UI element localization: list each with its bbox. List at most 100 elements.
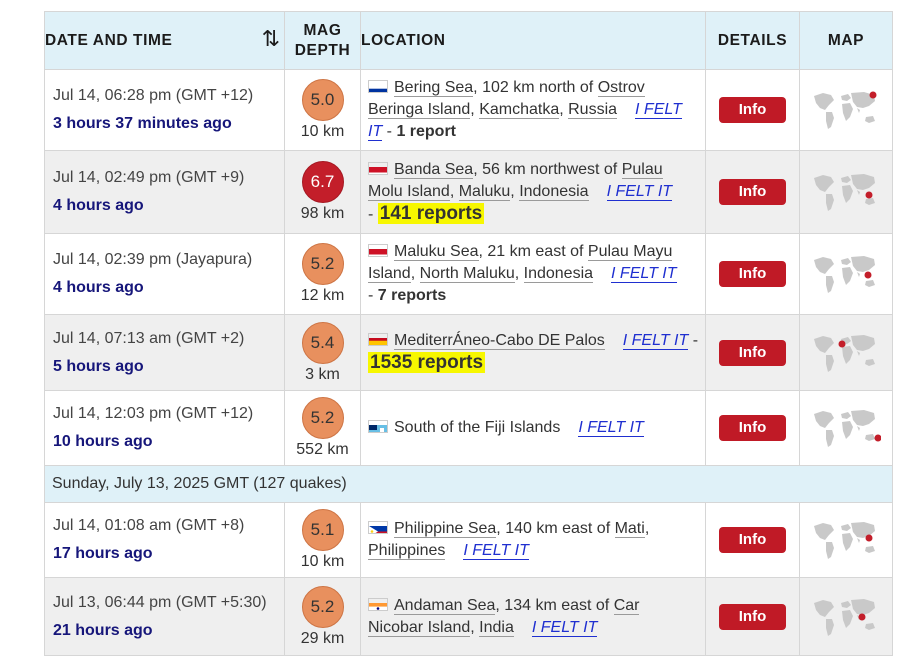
location-text: , 134 km east of — [495, 596, 614, 614]
mini-world-map-icon[interactable] — [811, 518, 881, 562]
location-country-link[interactable]: Indonesia — [523, 265, 594, 283]
info-button[interactable]: Info — [719, 179, 786, 205]
mini-world-map-icon[interactable] — [811, 88, 881, 132]
reports-sep: - — [382, 123, 397, 140]
table-row: Jul 14, 01:08 am (GMT +8) 17 hours ago 5.… — [44, 502, 893, 578]
quake-ago: 5 hours ago — [53, 357, 144, 375]
quake-ago: 4 hours ago — [53, 279, 144, 296]
location-cell: MediterrÁneo-Cabo DE Palos I FELT IT - 15… — [360, 314, 706, 391]
quake-time: Jul 14, 02:49 pm (GMT +9) — [53, 169, 245, 186]
i-felt-it-link[interactable]: I FELT IT — [622, 332, 689, 350]
location-area-link[interactable]: Kamchatka — [479, 101, 560, 119]
day-divider: Sunday, July 13, 2025 GMT (127 quakes) — [44, 465, 893, 503]
indonesia-flag-icon — [368, 161, 388, 175]
location-text: , 140 km east of — [496, 520, 615, 537]
depth-value: 10 km — [300, 553, 345, 570]
depth-value: 29 km — [300, 629, 345, 647]
date-time-cell: Jul 14, 12:03 pm (GMT +12) 10 hours ago — [44, 390, 285, 466]
header-mag-depth[interactable]: MAG DEPTH — [284, 11, 361, 70]
report-count-link[interactable]: 1535 reports — [368, 352, 486, 373]
magnitude-badge: 5.4 — [301, 321, 344, 364]
date-time-cell: Jul 13, 06:44 pm (GMT +5:30) 21 hours ago — [44, 577, 285, 656]
reports-sep: - — [368, 287, 378, 304]
mag-depth-cell: 6.7 98 km — [284, 150, 361, 234]
map-cell — [799, 390, 893, 466]
location-sep: , — [470, 618, 480, 636]
location-country-link[interactable]: Philippines — [368, 542, 446, 560]
location-region-link[interactable]: MediterrÁneo-Cabo DE Palos — [394, 332, 605, 350]
i-felt-it-link[interactable]: I FELT IT — [531, 618, 598, 637]
i-felt-it-link[interactable]: I FELT IT — [463, 542, 529, 560]
location-country-link[interactable]: Russia — [568, 101, 618, 119]
quake-time: Jul 14, 01:08 am (GMT +8) — [53, 517, 245, 534]
location-region-link[interactable]: Maluku Sea — [394, 243, 479, 261]
location-country-link[interactable]: Indonesia — [519, 182, 589, 201]
fiji-flag-icon — [368, 420, 388, 433]
spain-flag-icon — [368, 333, 388, 346]
quake-time: Jul 13, 06:44 pm (GMT +5:30) — [53, 593, 267, 611]
i-felt-it-link[interactable]: I FELT IT — [606, 182, 673, 201]
i-felt-it-link[interactable]: I FELT IT — [578, 419, 644, 437]
location-text: , 56 km northwest of — [473, 160, 622, 178]
magnitude-badge: 5.2 — [301, 397, 344, 439]
location-area-link[interactable]: North Maluku — [419, 265, 515, 283]
location-text: South of the Fiji Islands — [394, 419, 561, 436]
quake-ago: 17 hours ago — [53, 545, 153, 562]
mini-world-map-icon[interactable] — [811, 331, 881, 375]
details-cell: Info — [705, 502, 800, 578]
quake-ago: 3 hours 37 minutes ago — [53, 115, 232, 132]
header-date-time[interactable]: DATE AND TIME ⇅ — [44, 11, 285, 70]
depth-value: 552 km — [296, 441, 349, 458]
date-time-cell: Jul 14, 02:49 pm (GMT +9) 4 hours ago — [44, 150, 285, 234]
sort-arrows-icon[interactable]: ⇅ — [262, 26, 281, 52]
location-text: , 102 km north of — [473, 79, 598, 96]
location-country-link[interactable]: India — [479, 618, 514, 637]
location-sep: , — [449, 182, 459, 200]
date-time-cell: Jul 14, 01:08 am (GMT +8) 17 hours ago — [44, 502, 285, 578]
table-row: Jul 13, 06:44 pm (GMT +5:30) 21 hours ago… — [44, 577, 893, 656]
date-time-cell: Jul 14, 07:13 am (GMT +2) 5 hours ago — [44, 314, 285, 391]
location-region-link[interactable]: Philippine Sea — [394, 520, 497, 538]
quake-ago: 4 hours ago — [53, 197, 144, 214]
map-cell — [799, 150, 893, 234]
info-button[interactable]: Info — [719, 97, 786, 123]
magnitude-badge: 5.2 — [301, 585, 344, 628]
day-divider-row: Sunday, July 13, 2025 GMT (127 quakes) — [44, 465, 893, 503]
report-count-link[interactable]: 1 report — [396, 123, 456, 140]
location-region-link[interactable]: Bering Sea — [394, 79, 474, 97]
reports-sep: - — [688, 332, 699, 349]
location-region-link[interactable]: Banda Sea — [394, 160, 474, 179]
location-place-link[interactable]: Mati — [614, 520, 645, 538]
details-cell: Info — [705, 390, 800, 466]
location-sep: , — [644, 520, 650, 537]
map-cell — [799, 69, 893, 151]
details-cell: Info — [705, 314, 800, 391]
table-row: Jul 14, 07:13 am (GMT +2) 5 hours ago 5.4… — [44, 314, 893, 391]
info-button[interactable]: Info — [719, 261, 786, 287]
mini-world-map-icon[interactable] — [811, 170, 881, 214]
info-button[interactable]: Info — [719, 415, 786, 441]
map-cell — [799, 502, 893, 578]
info-button[interactable]: Info — [719, 339, 786, 366]
table-header-row: DATE AND TIME ⇅ MAG DEPTH LOCATION DETAILS… — [44, 11, 893, 70]
quake-time: Jul 14, 06:28 pm (GMT +12) — [53, 87, 254, 104]
header-location[interactable]: LOCATION — [360, 11, 706, 70]
report-count-link[interactable]: 7 reports — [378, 287, 446, 304]
location-area-link[interactable]: Maluku — [458, 182, 511, 201]
location-region-link[interactable]: Andaman Sea — [394, 596, 496, 615]
mag-depth-cell: 5.2 12 km — [284, 233, 361, 315]
i-felt-it-link[interactable]: I FELT IT — [611, 265, 677, 283]
table-row: Jul 14, 12:03 pm (GMT +12) 10 hours ago 5… — [44, 390, 893, 466]
location-sep: , — [514, 265, 524, 282]
magnitude-badge: 5.1 — [301, 509, 344, 551]
info-button[interactable]: Info — [719, 527, 786, 553]
header-depth-label: DEPTH — [294, 41, 351, 59]
mag-depth-cell: 5.2 552 km — [284, 390, 361, 466]
mini-world-map-icon[interactable] — [811, 595, 881, 639]
mini-world-map-icon[interactable] — [811, 406, 881, 450]
mini-world-map-icon[interactable] — [811, 252, 881, 296]
info-button[interactable]: Info — [719, 603, 786, 630]
report-count-link[interactable]: 141 reports — [377, 202, 485, 224]
india-flag-icon — [368, 597, 388, 611]
location-cell: Banda Sea, 56 km northwest of Pulau Molu… — [360, 150, 706, 234]
